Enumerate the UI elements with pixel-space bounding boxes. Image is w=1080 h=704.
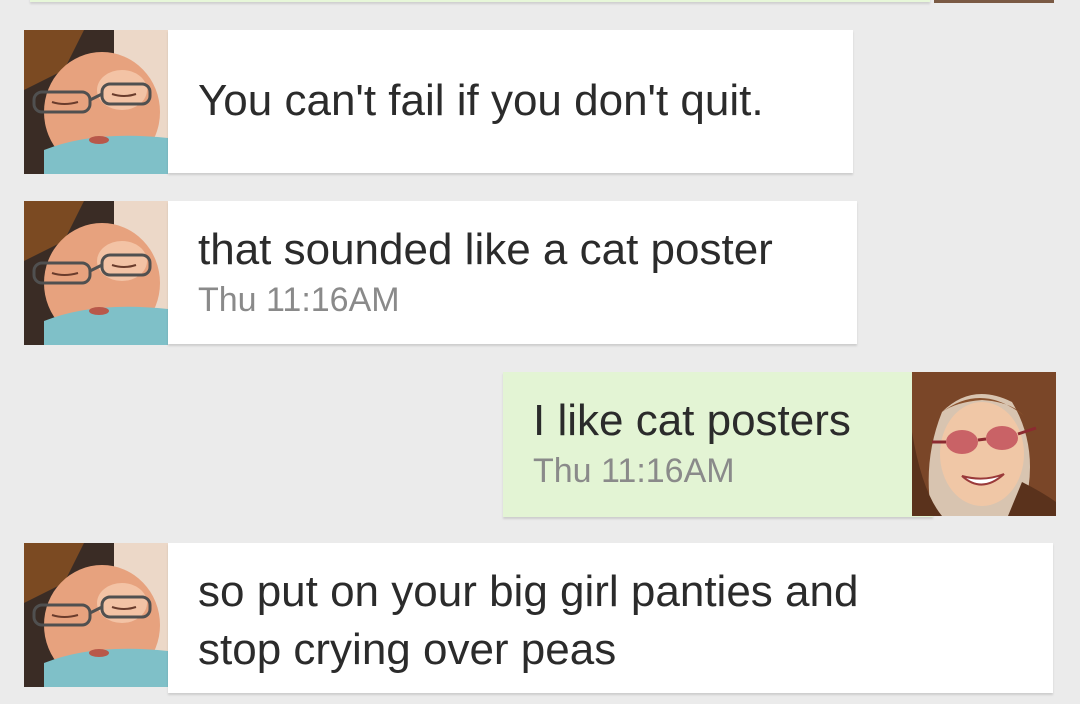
message-bubble-outgoing[interactable]: I like cat posters Thu 11:16AM [503,372,933,517]
message-bubble-incoming[interactable]: that sounded like a cat poster Thu 11:16… [168,201,857,344]
own-avatar[interactable] [912,372,1056,516]
message-timestamp: Thu 11:16AM [198,281,400,319]
sender-avatar[interactable] [24,543,168,687]
baby-with-glasses-avatar-icon [24,30,168,174]
message-timestamp: Thu 11:16AM [533,452,735,490]
message-text-line: so put on your big girl panties and [198,567,859,616]
message-bubble-incoming[interactable]: You can't fail if you don't quit. [168,30,853,173]
previous-avatar-edge [934,0,1054,3]
baby-with-glasses-avatar-icon [24,543,168,687]
sender-avatar[interactable] [24,30,168,174]
message-text: You can't fail if you don't quit. [198,76,764,125]
sender-avatar[interactable] [24,201,168,345]
woman-with-sunglasses-avatar-icon [912,372,1056,516]
baby-with-glasses-avatar-icon [24,201,168,345]
message-text-line: stop crying over peas [198,625,617,674]
message-bubble-incoming[interactable]: so put on your big girl panties and stop… [168,543,1053,693]
message-text: I like cat posters [533,396,851,445]
previous-message-bubble [30,0,930,2]
message-text: that sounded like a cat poster [198,225,773,274]
